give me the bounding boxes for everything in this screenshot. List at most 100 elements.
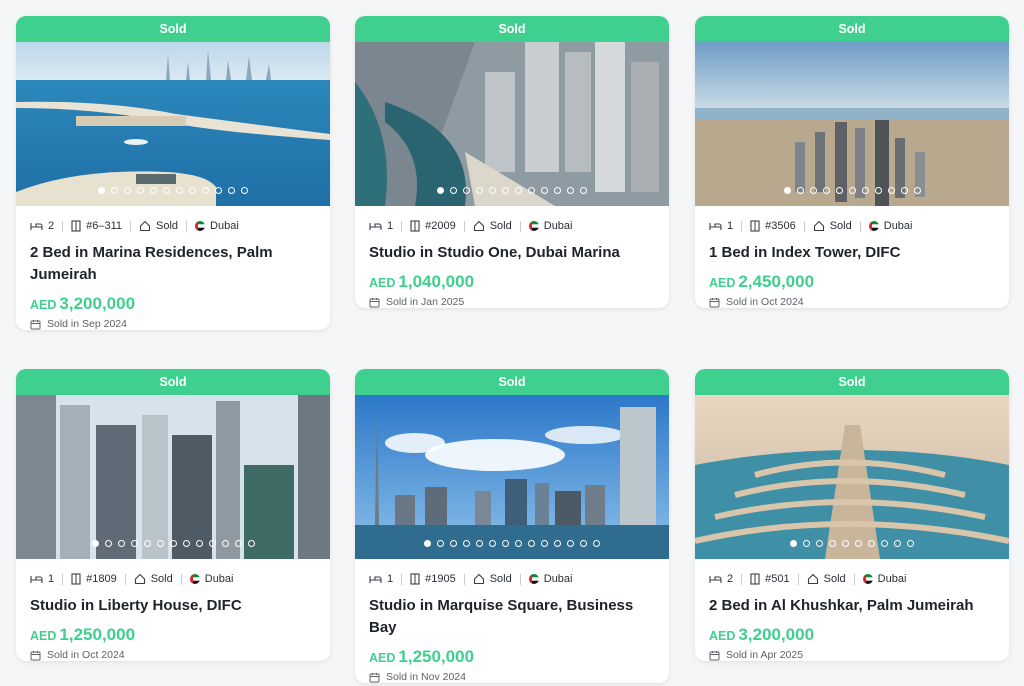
listing-card[interactable]: Sold 1 #1809 Sold Dubai Studio in Libert… (16, 369, 330, 661)
carousel-dot[interactable] (476, 540, 483, 547)
carousel-dot[interactable] (202, 187, 209, 194)
carousel-dots[interactable] (16, 540, 330, 547)
carousel-dot[interactable] (234, 540, 242, 547)
carousel-dot[interactable] (796, 187, 804, 194)
uae-flag-icon (868, 221, 879, 231)
carousel-dot[interactable] (463, 540, 470, 547)
carousel-dots[interactable] (16, 187, 330, 194)
listing-photo[interactable] (355, 42, 669, 206)
carousel-dot[interactable] (91, 540, 99, 547)
carousel-dot[interactable] (463, 187, 470, 194)
carousel-dot[interactable] (221, 540, 229, 547)
carousel-dot[interactable] (894, 540, 901, 547)
carousel-dot[interactable] (228, 187, 235, 194)
carousel-dot[interactable] (809, 187, 817, 194)
carousel-dot[interactable] (835, 187, 843, 194)
carousel-dot[interactable] (241, 187, 248, 194)
listing-photo[interactable] (16, 395, 330, 559)
carousel-dot[interactable] (156, 540, 164, 547)
city: Dubai (862, 573, 906, 585)
carousel-dot[interactable] (822, 187, 830, 194)
carousel-dot[interactable] (554, 540, 561, 547)
carousel-dot[interactable] (816, 540, 823, 547)
carousel-dots[interactable] (355, 540, 669, 547)
carousel-dot[interactable] (437, 540, 444, 547)
carousel-dot[interactable] (189, 187, 196, 194)
listing-title[interactable]: Studio in Liberty House, DIFC (30, 595, 316, 617)
carousel-dot[interactable] (437, 187, 444, 194)
listing-photo[interactable] (695, 395, 1009, 559)
carousel-dot[interactable] (215, 187, 222, 194)
carousel-dot[interactable] (515, 187, 522, 194)
carousel-dot[interactable] (169, 540, 177, 547)
carousel-dot[interactable] (861, 187, 869, 194)
carousel-dot[interactable] (515, 540, 522, 547)
carousel-dot[interactable] (907, 540, 914, 547)
listing-title[interactable]: 2 Bed in Marina Residences, Palm Jumeira… (30, 242, 316, 286)
listing-title[interactable]: Studio in Studio One, Dubai Marina (369, 242, 655, 264)
carousel-dot[interactable] (489, 187, 496, 194)
listing-photo[interactable] (16, 42, 330, 206)
carousel-dot[interactable] (913, 187, 921, 194)
carousel-dot[interactable] (104, 540, 112, 547)
calendar-icon (709, 650, 720, 660)
carousel-dot[interactable] (783, 187, 791, 194)
listing-card[interactable]: Sold 2 #6–311 Sold Dubai 2 Bed in Marina… (16, 16, 330, 330)
carousel-dot[interactable] (98, 187, 105, 194)
listing-card[interactable]: Sold 1 #1905 Sold Dubai Studio in Marqui… (355, 369, 669, 683)
carousel-dot[interactable] (580, 187, 587, 194)
carousel-dot[interactable] (829, 540, 836, 547)
carousel-dot[interactable] (182, 540, 190, 547)
carousel-dot[interactable] (900, 187, 908, 194)
carousel-dot[interactable] (842, 540, 849, 547)
listing-card[interactable]: Sold 1 #3506 Sold Dubai 1 Bed in Index T… (695, 16, 1009, 308)
carousel-dot[interactable] (528, 540, 535, 547)
listing-photo[interactable] (695, 42, 1009, 206)
carousel-dot[interactable] (450, 540, 457, 547)
carousel-dot[interactable] (163, 187, 170, 194)
carousel-dot[interactable] (580, 540, 587, 547)
carousel-dot[interactable] (554, 187, 561, 194)
carousel-dot[interactable] (117, 540, 125, 547)
listing-title[interactable]: Studio in Marquise Square, Business Bay (369, 595, 655, 639)
carousel-dot[interactable] (208, 540, 216, 547)
carousel-dots[interactable] (695, 187, 1009, 194)
listing-card[interactable]: Sold 2 #501 Sold Dubai 2 Bed in Al Khush… (695, 369, 1009, 661)
listing-card[interactable]: Sold 1 #2009 Sold Dubai Studio in Studio… (355, 16, 669, 308)
carousel-dot[interactable] (567, 540, 574, 547)
carousel-dot[interactable] (247, 540, 255, 547)
carousel-dot[interactable] (450, 187, 457, 194)
carousel-dot[interactable] (502, 540, 509, 547)
carousel-dot[interactable] (502, 187, 509, 194)
carousel-dot[interactable] (111, 187, 118, 194)
carousel-dot[interactable] (137, 187, 144, 194)
listing-title[interactable]: 1 Bed in Index Tower, DIFC (709, 242, 995, 264)
carousel-dot[interactable] (541, 540, 548, 547)
carousel-dot[interactable] (150, 187, 157, 194)
carousel-dot[interactable] (130, 540, 138, 547)
carousel-dot[interactable] (887, 187, 895, 194)
carousel-dot[interactable] (874, 187, 882, 194)
carousel-dot[interactable] (424, 540, 431, 547)
listing-photo[interactable] (355, 395, 669, 559)
carousel-dots[interactable] (695, 540, 1009, 547)
carousel-dot[interactable] (195, 540, 203, 547)
carousel-dots[interactable] (355, 187, 669, 194)
carousel-dot[interactable] (476, 187, 483, 194)
carousel-dot[interactable] (541, 187, 548, 194)
carousel-dot[interactable] (881, 540, 888, 547)
listing-title[interactable]: 2 Bed in Al Khushkar, Palm Jumeirah (709, 595, 995, 617)
carousel-dot[interactable] (176, 187, 183, 194)
carousel-dot[interactable] (124, 187, 131, 194)
carousel-dot[interactable] (848, 187, 856, 194)
carousel-dot[interactable] (790, 540, 797, 547)
sold-date: Sold in Nov 2024 (369, 671, 655, 683)
carousel-dot[interactable] (868, 540, 875, 547)
carousel-dot[interactable] (855, 540, 862, 547)
carousel-dot[interactable] (593, 540, 600, 547)
carousel-dot[interactable] (528, 187, 535, 194)
carousel-dot[interactable] (143, 540, 151, 547)
carousel-dot[interactable] (567, 187, 574, 194)
carousel-dot[interactable] (803, 540, 810, 547)
carousel-dot[interactable] (489, 540, 496, 547)
